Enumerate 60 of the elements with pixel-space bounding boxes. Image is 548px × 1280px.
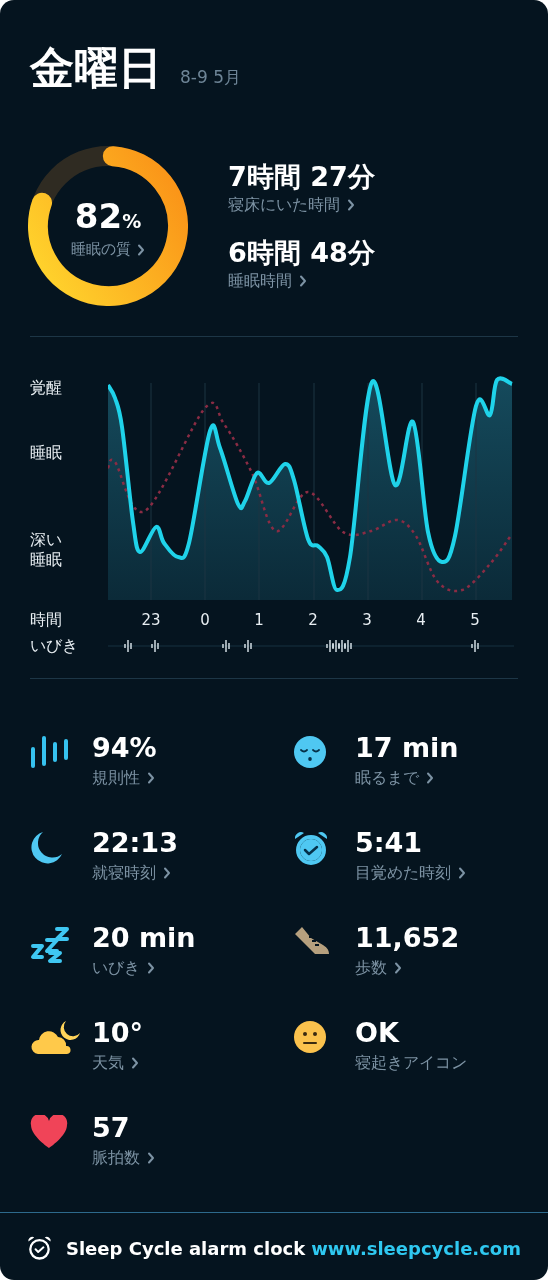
axis-label: 時間 — [30, 610, 63, 630]
footer-text: Sleep Cycle alarm clock — [66, 1237, 306, 1259]
hour-tick: 1 — [253, 611, 265, 629]
stage-label: 睡眠 — [30, 443, 62, 463]
hour-tick: 4 — [415, 611, 427, 629]
stat-label[interactable]: 天気 — [92, 1052, 124, 1074]
cloud-moon-icon — [30, 1020, 80, 1056]
quality-score: 82% — [74, 197, 142, 238]
alarm-clock-icon — [293, 830, 329, 866]
stage-label: 覚醒 — [30, 378, 62, 398]
chevron-icon — [426, 772, 434, 784]
duration-value: 6時間 48分 — [228, 236, 375, 270]
stat-label[interactable]: いびき — [92, 957, 140, 979]
sleepy-face-icon — [293, 735, 327, 769]
chevron-icon — [147, 962, 155, 974]
stat-label: 寝起きアイコン — [355, 1052, 467, 1074]
chevron-icon — [163, 867, 171, 879]
bars-icon — [30, 735, 70, 769]
heart-icon — [30, 1115, 68, 1149]
quality-label[interactable]: 睡眠の質 — [71, 240, 131, 259]
stat-value: 17 min — [355, 731, 459, 765]
chevron-icon — [137, 243, 145, 256]
website-link[interactable]: www.sleepcycle.com — [311, 1237, 521, 1259]
stat-label[interactable]: 就寝時刻 — [92, 862, 156, 884]
stage-label: 深い睡眠 — [30, 530, 62, 570]
shoe-icon — [293, 925, 331, 957]
day-title: 金曜日 — [30, 41, 162, 95]
stat-label[interactable]: 脈拍数 — [92, 1147, 140, 1169]
chevron-icon — [299, 275, 307, 287]
stat-value: 10° — [92, 1016, 144, 1050]
stat-value: 22:13 — [92, 826, 178, 860]
neutral-face-icon — [293, 1020, 327, 1054]
stat-value: OK — [355, 1016, 401, 1050]
chevron-icon — [458, 867, 466, 879]
date-range: 8-9 5月 — [180, 66, 241, 89]
hour-tick: 23 — [140, 611, 162, 629]
duration-label[interactable]: 寝床にいた時間 — [228, 194, 340, 216]
stat-value: 57 — [92, 1111, 131, 1145]
stat-value: 94% — [92, 731, 157, 765]
stat-value: 20 min — [92, 921, 196, 955]
stat-label[interactable]: 眠るまで — [355, 767, 419, 789]
hour-tick: 2 — [307, 611, 319, 629]
zzz-icon — [30, 925, 70, 963]
stat-value: 11,652 — [355, 921, 460, 955]
snore-label: いびき — [30, 636, 79, 656]
stat-label[interactable]: 規則性 — [92, 767, 140, 789]
stat-label[interactable]: 歩数 — [355, 957, 387, 979]
chevron-icon — [147, 772, 155, 784]
duration-label[interactable]: 睡眠時間 — [228, 270, 292, 292]
hour-tick: 0 — [199, 611, 211, 629]
hour-tick: 3 — [361, 611, 373, 629]
chevron-icon — [147, 1152, 155, 1164]
stat-value: 5:41 — [355, 826, 424, 860]
chevron-icon — [131, 1057, 139, 1069]
hour-tick: 5 — [469, 611, 481, 629]
stat-label[interactable]: 目覚めた時刻 — [355, 862, 451, 884]
moon-icon — [30, 830, 64, 864]
chevron-icon — [394, 962, 402, 974]
duration-value: 7時間 27分 — [228, 160, 375, 194]
chevron-icon — [347, 199, 355, 211]
